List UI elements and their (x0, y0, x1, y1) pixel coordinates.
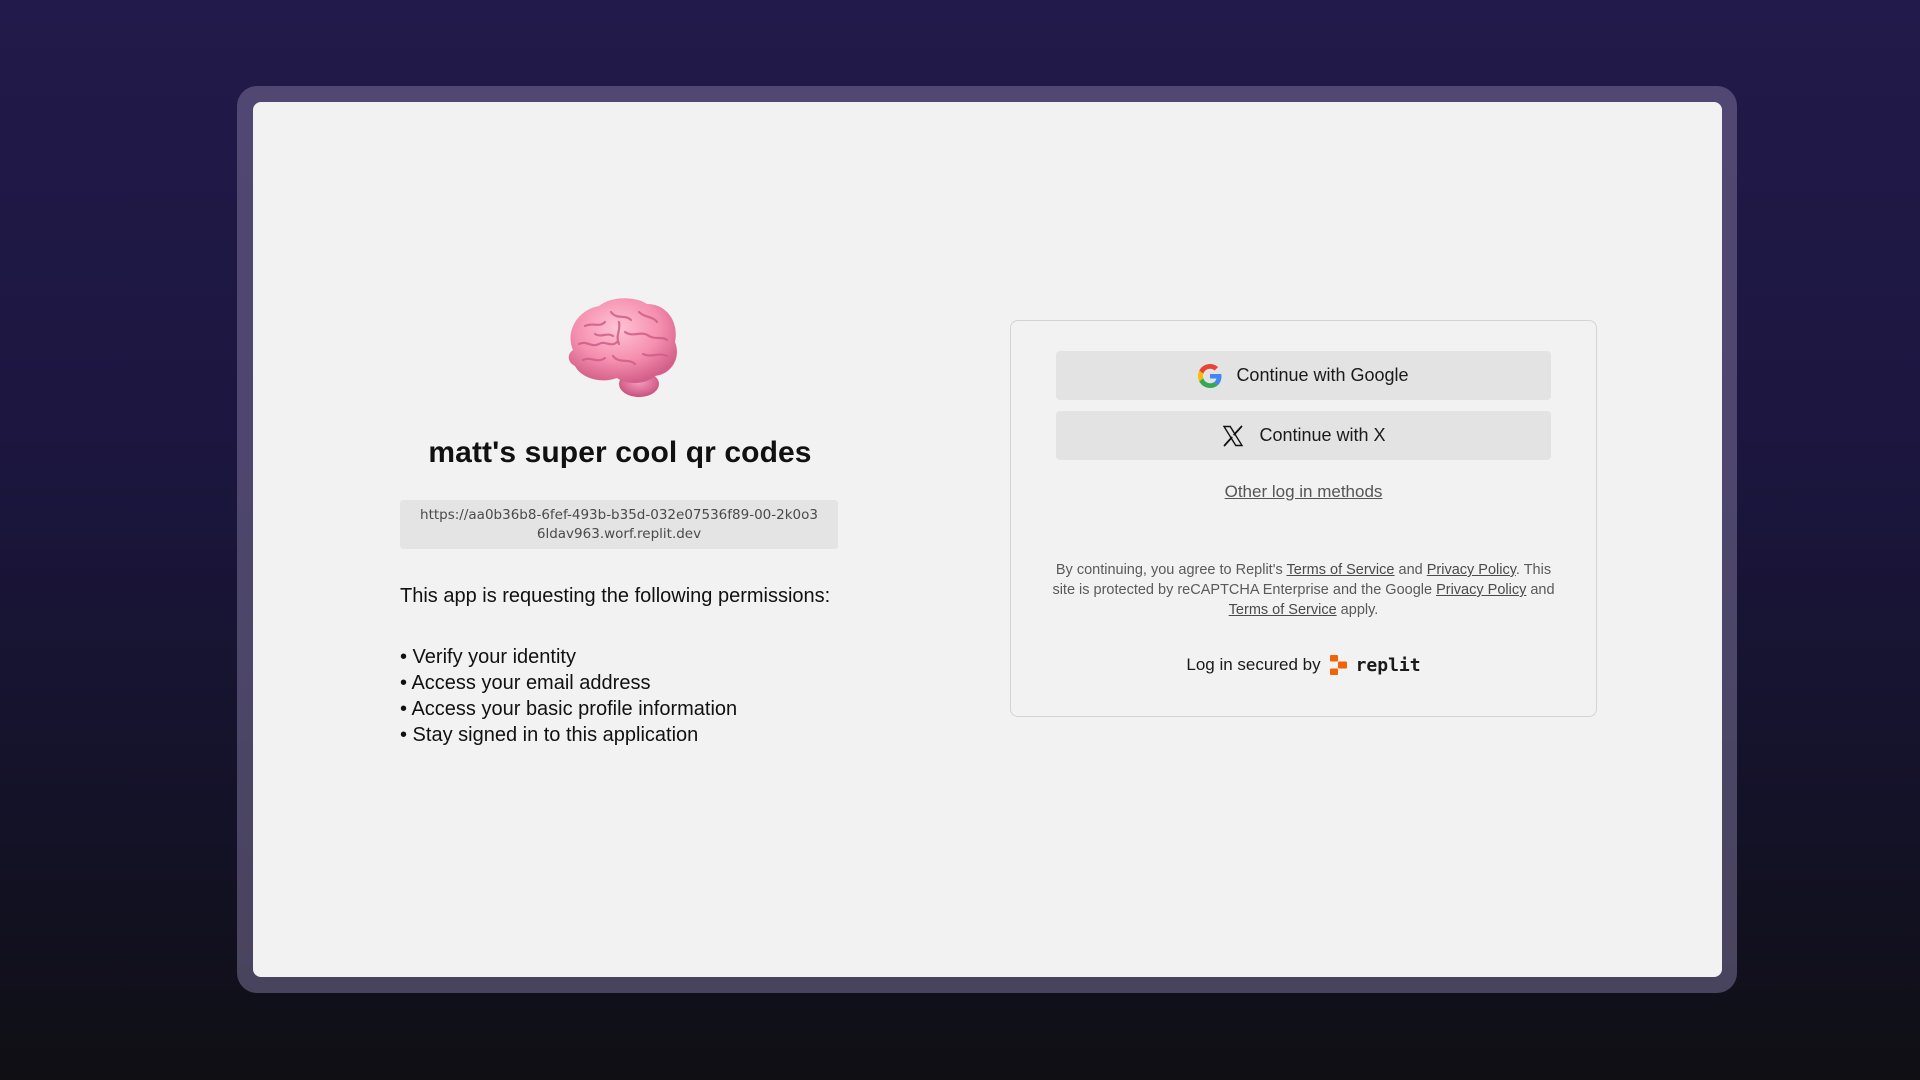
x-button-label: Continue with X (1259, 425, 1386, 445)
app-title: matt's super cool qr codes (428, 436, 812, 469)
privacy-policy-link[interactable]: Privacy Policy (1427, 562, 1516, 578)
google-button-label: Continue with Google (1236, 365, 1409, 385)
secured-by-label: Log in secured by (1186, 655, 1321, 674)
other-login-methods-link[interactable]: Other log in methods (1011, 482, 1596, 502)
app-url: https://aa0b36b8-6fef-493b-b35d-032e0753… (400, 500, 838, 549)
google-icon (1198, 363, 1222, 388)
login-card: Continue with Google Continue with X Oth… (1010, 320, 1597, 717)
permission-item: • Verify your identity (400, 646, 576, 668)
auth-window: matt's super cool qr codes https://aa0b3… (253, 102, 1722, 977)
permissions-list: • Verify your identity • Access your ema… (400, 644, 840, 748)
app-logo (400, 292, 840, 402)
legal-text-part: and (1394, 562, 1427, 578)
secured-by-footer: Log in secured by replit (1011, 654, 1596, 676)
brain-emoji-icon (568, 298, 677, 397)
replit-mark-icon (1329, 655, 1347, 675)
legal-text: By continuing, you agree to Replit's Ter… (1051, 560, 1556, 620)
legal-text-part: apply. (1336, 602, 1379, 618)
permission-item: • Stay signed in to this application (400, 724, 699, 746)
replit-wordmark: replit (1355, 654, 1421, 676)
permission-item: • Access your basic profile information (400, 698, 738, 720)
google-terms-of-service-link[interactable]: Terms of Service (1229, 602, 1337, 618)
permission-item: • Access your email address (400, 672, 651, 694)
google-privacy-policy-link[interactable]: Privacy Policy (1436, 582, 1526, 598)
continue-with-x-button[interactable]: Continue with X (1056, 411, 1551, 460)
permissions-intro: This app is requesting the following per… (400, 585, 831, 607)
x-logo-icon (1223, 425, 1244, 446)
replit-logo: replit (1329, 654, 1421, 676)
terms-of-service-link[interactable]: Terms of Service (1287, 562, 1395, 578)
legal-text-part: and (1526, 582, 1555, 598)
continue-with-google-button[interactable]: Continue with Google (1056, 351, 1551, 400)
legal-text-part: By continuing, you agree to Replit's (1055, 562, 1287, 578)
app-info-panel: matt's super cool qr codes https://aa0b3… (400, 292, 840, 748)
